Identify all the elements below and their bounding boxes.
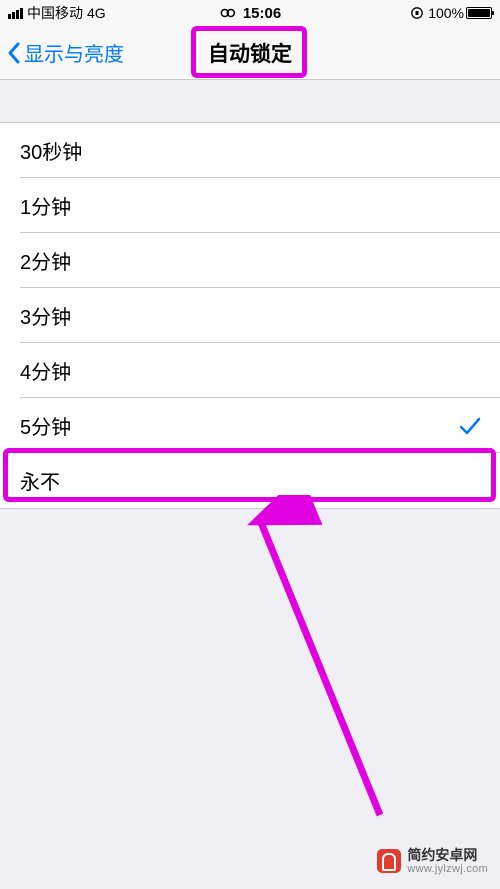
option-row[interactable]: 1分钟	[0, 178, 500, 233]
carrier-label: 中国移动	[27, 3, 83, 23]
option-label: 30秒钟	[20, 136, 82, 165]
status-bar: 中国移动 4G 15:06 100%	[0, 0, 500, 26]
status-left: 中国移动 4G	[8, 3, 106, 23]
option-row[interactable]: 3分钟	[0, 288, 500, 343]
battery-icon	[466, 7, 492, 19]
status-right: 100%	[410, 5, 492, 21]
clock-label: 15:06	[243, 5, 281, 22]
option-row[interactable]: 30秒钟	[0, 123, 500, 178]
watermark-line1: 简约安卓网	[407, 848, 488, 863]
option-row[interactable]: 永不	[0, 453, 500, 508]
nav-bar: 显示与亮度 自动锁定	[0, 26, 500, 80]
battery-percent-label: 100%	[428, 5, 464, 21]
option-row[interactable]: 2分钟	[0, 233, 500, 288]
signal-bars-icon	[8, 8, 23, 19]
page-title: 自动锁定	[208, 38, 292, 68]
options-list: 30秒钟 1分钟 2分钟 3分钟 4分钟 5分钟永不	[0, 122, 500, 509]
annotation-arrow	[230, 495, 410, 840]
checkmark-icon	[458, 416, 482, 436]
option-label: 2分钟	[20, 246, 71, 275]
orientation-lock-icon	[410, 6, 424, 20]
option-label: 3分钟	[20, 301, 71, 330]
option-label: 5分钟	[20, 411, 71, 440]
option-row[interactable]: 4分钟	[0, 343, 500, 398]
option-label: 1分钟	[20, 191, 71, 220]
back-button[interactable]: 显示与亮度	[0, 38, 124, 67]
hotspot-icon	[219, 7, 237, 19]
back-label: 显示与亮度	[24, 38, 124, 67]
network-type-label: 4G	[87, 5, 106, 21]
battery-indicator: 100%	[428, 5, 492, 21]
option-row[interactable]: 5分钟	[0, 398, 500, 453]
option-label: 永不	[20, 466, 60, 495]
watermark-line2: www.jylzwj.com	[407, 863, 488, 875]
option-label: 4分钟	[20, 356, 71, 385]
watermark-logo-icon	[377, 849, 401, 873]
chevron-left-icon	[6, 41, 22, 65]
status-center: 15:06	[219, 5, 281, 22]
watermark: 简约安卓网 www.jylzwj.com	[377, 848, 488, 875]
